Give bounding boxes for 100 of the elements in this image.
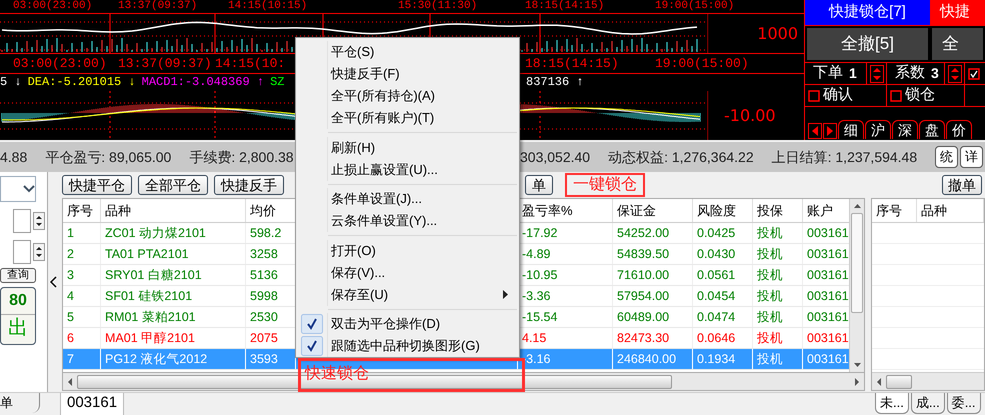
indicator-value: SZ <box>270 75 284 90</box>
time-label: 18:15(14:15) <box>525 55 619 73</box>
table-cell: 投机 <box>753 349 803 369</box>
table-cell: 54839.50 <box>613 244 693 264</box>
toolbar-button[interactable]: 快捷反手 <box>214 175 284 195</box>
table-cell: 投机 <box>753 286 803 306</box>
spinner-button[interactable] <box>33 212 45 230</box>
menu-item[interactable]: 云条件单设置(Y)... <box>296 210 519 232</box>
toolbar-button[interactable]: 单 <box>525 175 553 195</box>
time-label: 14:15(10:15) <box>228 0 308 13</box>
quick-button[interactable]: 快捷锁仓[7] <box>805 0 930 25</box>
table-cell: 3 <box>63 265 101 285</box>
status-text: 上日结算: 1,237,594.48 <box>772 148 918 166</box>
input-field[interactable] <box>13 240 31 264</box>
menu-item[interactable]: 快捷反手(F) <box>296 63 519 85</box>
column-header[interactable]: 序号 <box>872 199 917 222</box>
time-label: 15:30(11:30) <box>398 0 478 13</box>
table-cell: 82473.30 <box>613 328 693 348</box>
menu-item[interactable]: 刷新(H) <box>296 136 519 158</box>
tab[interactable]: 深 <box>892 120 918 139</box>
table-cell: TA01 PTA2101 <box>101 244 246 264</box>
table-cell: 2 <box>63 244 101 264</box>
tab[interactable]: 003161 <box>60 393 124 415</box>
column-header[interactable]: 品种 <box>917 199 984 222</box>
table-cell: 54252.00 <box>613 223 693 243</box>
table-cell: 投机 <box>753 223 803 243</box>
tab[interactable]: 成... <box>910 393 945 414</box>
input-field[interactable] <box>13 209 31 233</box>
checkbox-label: 锁仓 <box>905 85 935 106</box>
menu-item[interactable]: 全平(所有持仓)(A) <box>296 85 519 107</box>
cancel-order-button[interactable]: 撤单 <box>942 175 982 195</box>
table-cell: 0.0425 <box>693 223 753 243</box>
checkbox[interactable] <box>808 90 820 102</box>
tab[interactable]: 沪 <box>865 120 891 139</box>
spinner-label: 系数 <box>894 63 925 84</box>
horizontal-scrollbar[interactable] <box>872 372 984 390</box>
tab[interactable]: 细 <box>838 120 864 139</box>
tab[interactable]: 未... <box>875 393 909 414</box>
time-label: 13:37(09:37) <box>118 55 212 73</box>
tab[interactable]: 单 <box>0 393 40 413</box>
menu-item[interactable]: 打开(O) <box>296 240 519 262</box>
query-button[interactable]: 查询 <box>0 268 36 283</box>
time-label: 03:00(23:00) <box>13 0 92 13</box>
time-label: 03:00(23:00) <box>13 55 107 73</box>
axis-label: 1000 <box>757 22 798 44</box>
time-label: 18:15(14:15) <box>525 0 604 13</box>
column-header[interactable]: 风险度 <box>693 199 753 222</box>
status-button[interactable]: 详 <box>960 146 984 168</box>
checkbox-label: 确认 <box>823 85 853 106</box>
scroll-left-button[interactable] <box>808 123 822 139</box>
checkbox[interactable] <box>890 90 902 102</box>
table-cell: 投机 <box>753 265 803 285</box>
table-cell: 7 <box>63 349 101 369</box>
table-cell: MA01 甲醇2101 <box>101 328 246 348</box>
menu-item[interactable]: 止损止赢设置(U)... <box>296 158 519 180</box>
table-cell: 60489.00 <box>613 307 693 327</box>
action-label: 出 <box>1 314 35 341</box>
quick-button[interactable]: 全 <box>930 26 985 62</box>
table-cell: SRY01 白糖2101 <box>101 265 246 285</box>
table-cell: 4 <box>63 286 101 306</box>
quick-button[interactable]: 快捷 <box>930 0 985 25</box>
column-header[interactable]: 序号 <box>63 199 101 222</box>
table-cell: 1 <box>63 223 101 243</box>
spinner-button[interactable] <box>33 243 45 261</box>
column-header[interactable]: 投保 <box>753 199 803 222</box>
table-cell: 0.0454 <box>693 286 753 306</box>
quick-button[interactable]: 全撤[5] <box>805 26 930 62</box>
scroll-right-button[interactable] <box>823 123 837 139</box>
toolbar-button[interactable]: 全部平仓 <box>138 175 208 195</box>
table-cell: 0.0474 <box>693 307 753 327</box>
table-cell: 57954.00 <box>613 286 693 306</box>
chevron-left-icon[interactable] <box>50 276 56 288</box>
menu-item[interactable]: 平仓(S) <box>296 41 519 63</box>
spinner-value: 1 <box>848 64 857 83</box>
status-text: 平仓盈亏: 89,065.00 <box>45 148 172 166</box>
vertical-scrollbar[interactable] <box>849 199 864 372</box>
table-cell: ZC01 动力煤2101 <box>101 223 246 243</box>
tab[interactable]: 委... <box>946 393 981 414</box>
menu-item[interactable]: 保存(V)... <box>296 262 519 284</box>
tab[interactable]: 价 <box>946 120 972 139</box>
column-header[interactable]: 品种 <box>101 199 246 222</box>
menu-item[interactable]: 保存至(U) <box>296 284 519 306</box>
axis-label: -10.00 <box>724 104 776 126</box>
status-button[interactable]: 统 <box>935 146 958 168</box>
status-text: 303,052.40 <box>520 148 590 166</box>
menu-item[interactable]: 条件单设置(J)... <box>296 188 519 210</box>
menu-item[interactable]: 全平(所有账户)(T) <box>296 107 519 129</box>
table-cell: 投机 <box>753 328 803 348</box>
scrollbar-thumb[interactable] <box>851 213 863 313</box>
dropdown-field[interactable] <box>0 176 36 202</box>
column-header[interactable]: 保证金 <box>613 199 693 222</box>
toolbar-button[interactable]: 快捷平仓 <box>62 175 132 195</box>
scrollbar-thumb[interactable] <box>886 374 912 388</box>
table-cell: 5 <box>63 307 101 327</box>
indicator-value: 837136 ↑ <box>526 75 584 90</box>
table-cell: RM01 菜粕2101 <box>101 307 246 327</box>
checkbox[interactable] <box>968 68 980 80</box>
tab[interactable]: 盘 <box>919 120 945 139</box>
menu-item[interactable]: 双击为平仓操作(D) <box>296 313 519 335</box>
table-cell: PG12 液化气2012 <box>101 349 246 369</box>
